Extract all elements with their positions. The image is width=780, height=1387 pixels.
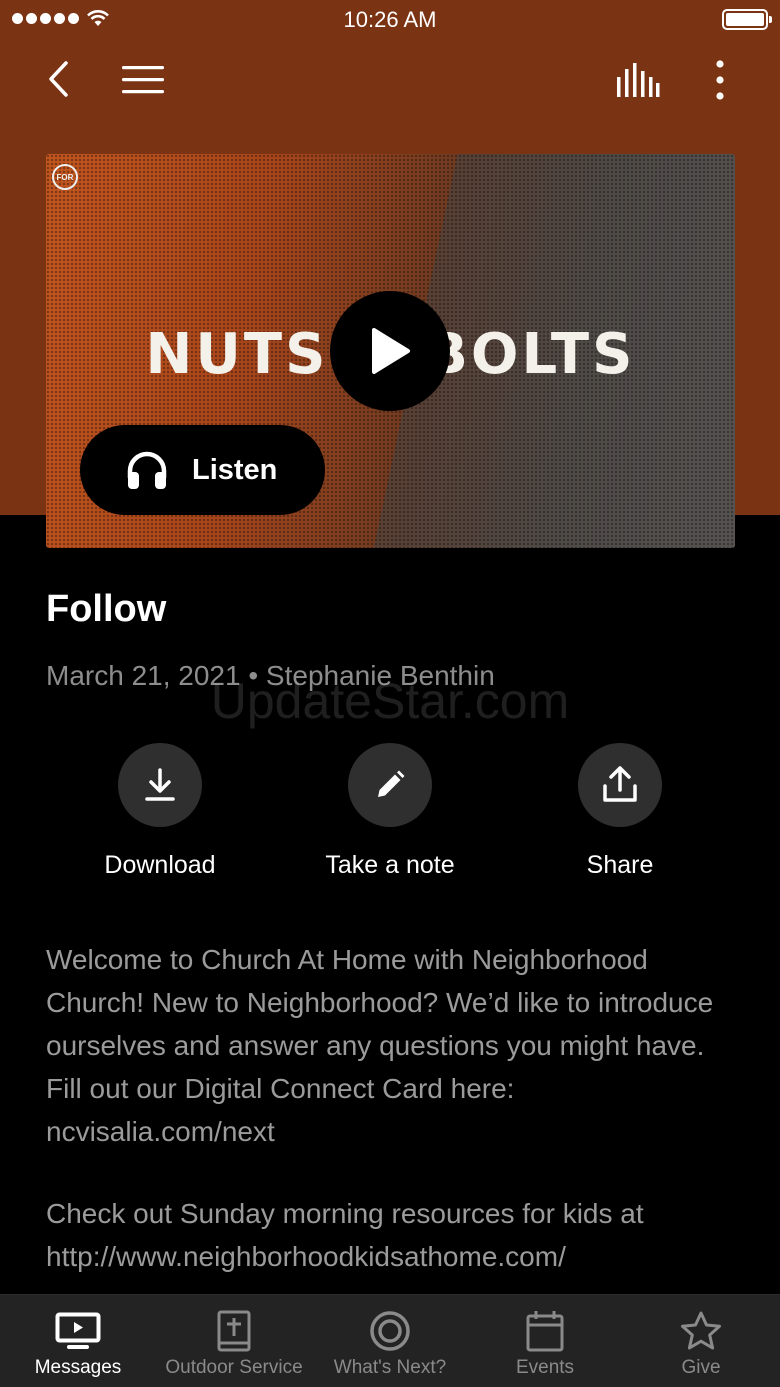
- back-button[interactable]: [36, 55, 80, 103]
- tab-label: Outdoor Service: [165, 1357, 303, 1378]
- tab-label: Events: [515, 1357, 575, 1378]
- target-icon: [370, 1311, 410, 1351]
- listen-button[interactable]: Listen: [80, 425, 325, 515]
- take-note-label: Take a note: [325, 851, 455, 879]
- share-icon: [603, 766, 637, 802]
- tab-messages[interactable]: Messages: [0, 1295, 156, 1387]
- hamburger-icon: [122, 66, 164, 94]
- description-paragraph: Check out Sunday morning resources for k…: [46, 1198, 644, 1272]
- description-paragraph: Welcome to Church At Home with Neighborh…: [46, 944, 714, 1147]
- tab-label: Give: [681, 1357, 721, 1378]
- calendar-icon: [526, 1311, 564, 1352]
- share-label: Share: [586, 851, 654, 879]
- series-logo-badge: FOR: [52, 164, 78, 190]
- status-bar: 10:26 AM: [0, 0, 780, 40]
- menu-button[interactable]: [116, 58, 170, 102]
- tab-bar: Messages Outdoor Service What's Next? Ev…: [0, 1294, 780, 1387]
- bible-icon: [217, 1310, 251, 1352]
- listen-label: Listen: [192, 453, 278, 486]
- tab-label: Messages: [34, 1357, 122, 1378]
- pencil-icon: [378, 770, 405, 797]
- tab-give[interactable]: Give: [623, 1295, 779, 1387]
- download-icon: [145, 768, 175, 801]
- tab-label: What's Next?: [333, 1357, 447, 1378]
- more-vertical-icon: [716, 60, 724, 100]
- chevron-left-icon: [49, 61, 68, 97]
- audio-bars-icon: [617, 63, 660, 97]
- tv-icon: [55, 1312, 101, 1349]
- message-title: Follow: [46, 588, 167, 630]
- watermark: UpdateStar.com: [210, 673, 570, 729]
- status-time: 10:26 AM: [343, 7, 437, 32]
- star-icon: [681, 1311, 721, 1350]
- battery-icon: [722, 9, 772, 30]
- sermon-artwork: FOR NUTS & BOLTS Listen: [46, 154, 735, 548]
- headphones-icon: [127, 451, 167, 489]
- play-icon: [372, 328, 410, 374]
- audio-player-button[interactable]: [610, 58, 666, 102]
- take-note-button[interactable]: Take a note: [280, 743, 500, 880]
- tab-whats-next[interactable]: What's Next?: [312, 1295, 468, 1387]
- more-options-button[interactable]: [700, 55, 740, 105]
- download-label: Download: [104, 851, 216, 879]
- share-button[interactable]: Share: [510, 743, 730, 880]
- tab-outdoor-service[interactable]: Outdoor Service: [156, 1295, 312, 1387]
- download-button[interactable]: Download: [50, 743, 270, 880]
- play-button[interactable]: [330, 291, 450, 411]
- tab-events[interactable]: Events: [467, 1295, 623, 1387]
